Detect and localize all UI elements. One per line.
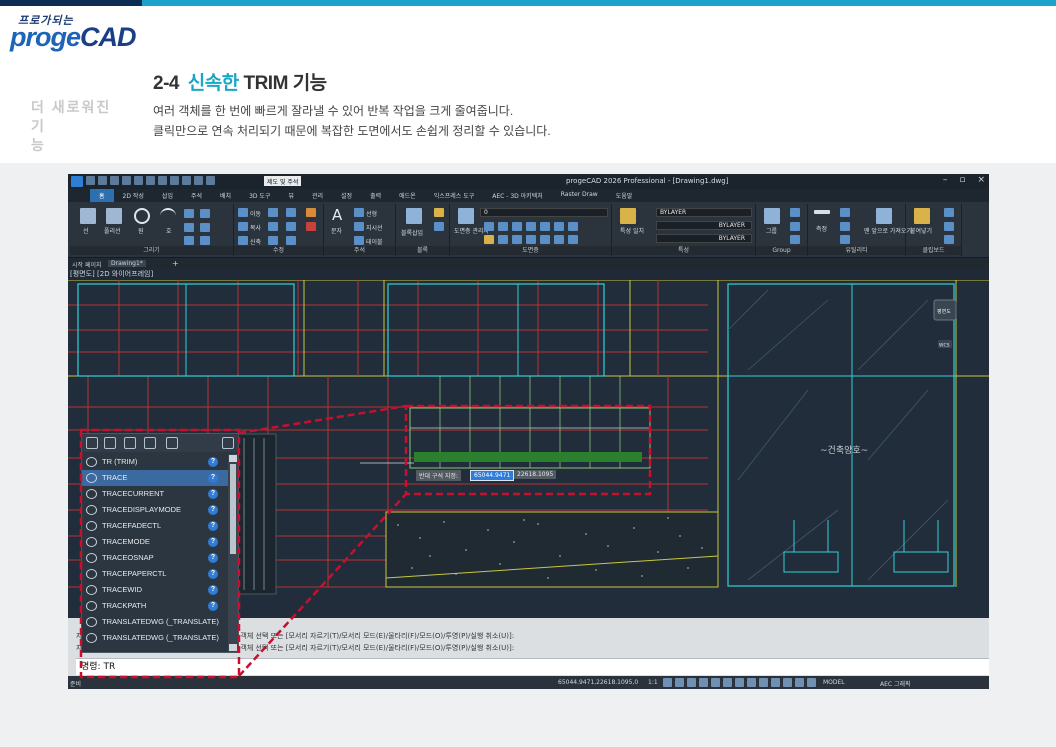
callout-line-top [238,404,407,435]
command-autocomplete: TR (TRIM)? TRACE? TRACECURRENT? TRACEDIS… [81,433,239,653]
trim-selection-highlight [404,404,652,496]
list-item-label: TRACECURRENT [102,489,165,498]
help-icon[interactable]: ? [208,489,218,499]
list-item[interactable]: TRACE? [82,470,228,486]
list-item[interactable]: TRANSLATEDWG (_TRANSLATE) [82,614,228,630]
list-item-label: TRACE [102,473,128,482]
help-icon[interactable]: ? [208,585,218,595]
autocomplete-filter-icon[interactable] [222,437,234,449]
help-icon[interactable]: ? [208,473,218,483]
autocomplete-pin-icon[interactable] [104,437,116,449]
gear-icon [86,505,97,515]
help-icon[interactable]: ? [208,505,218,515]
list-item[interactable]: TRACEWID? [82,582,228,598]
help-icon[interactable]: ? [208,521,218,531]
gear-icon [86,553,97,563]
list-item[interactable]: TRACEPAPERCTL? [82,566,228,582]
gear-icon [86,585,97,595]
help-icon[interactable]: ? [208,457,218,467]
gear-icon [86,537,97,547]
gear-icon [86,601,97,611]
autocomplete-window-icon[interactable] [86,437,98,449]
scroll-up-icon[interactable] [229,455,237,462]
list-item-label: TRACEMODE [102,537,150,546]
list-item[interactable]: TRACEFADECTL? [82,518,228,534]
page: 프로가되는 progeCAD 더 새로워진 기 능 2-4 신속한 TRIM 기… [0,0,1056,747]
help-icon[interactable]: ? [208,537,218,547]
list-item-label: TR (TRIM) [102,457,138,466]
list-item-label: TRANSLATEDWG (_TRANSLATE) [102,633,219,642]
autocomplete-scrollbar[interactable] [228,454,238,652]
scroll-down-icon[interactable] [229,644,237,651]
gear-icon [86,489,97,499]
help-icon[interactable]: ? [208,553,218,563]
gear-icon [86,521,97,531]
scroll-thumb[interactable] [230,464,236,554]
translate-icon [86,633,97,643]
list-item[interactable]: TRACEDISPLAYMODE? [82,502,228,518]
list-item-label: TRANSLATEDWG (_TRANSLATE) [102,617,219,626]
help-icon[interactable]: ? [208,601,218,611]
callout-line-bottom [238,493,407,677]
gear-icon [86,569,97,579]
help-icon[interactable]: ? [208,569,218,579]
trace-icon [86,473,97,483]
autocomplete-brackets-icon[interactable] [166,437,178,449]
list-item[interactable]: TRACEMODE? [82,534,228,550]
list-item-label: TRACEFADECTL [102,521,162,530]
autocomplete-settings-icon[interactable] [144,437,156,449]
list-item[interactable]: TRANSLATEDWG (_TRANSLATE) [82,630,228,646]
autocomplete-search-icon[interactable] [124,437,136,449]
autocomplete-toolbar [82,434,238,452]
trim-icon [86,457,97,467]
list-item[interactable]: TR (TRIM)? [82,454,228,470]
list-item-label: TRACEPAPERCTL [102,569,167,578]
list-item[interactable]: TRACKPATH? [82,598,228,614]
list-item-label: TRACEOSNAP [102,553,154,562]
autocomplete-list: TR (TRIM)? TRACE? TRACECURRENT? TRACEDIS… [82,454,228,646]
list-item-label: TRACKPATH [102,601,147,610]
list-item[interactable]: TRACECURRENT? [82,486,228,502]
list-item[interactable]: TRACEOSNAP? [82,550,228,566]
list-item-label: TRACEWID [102,585,142,594]
translate-icon [86,617,97,627]
list-item-label: TRACEDISPLAYMODE [102,505,182,514]
